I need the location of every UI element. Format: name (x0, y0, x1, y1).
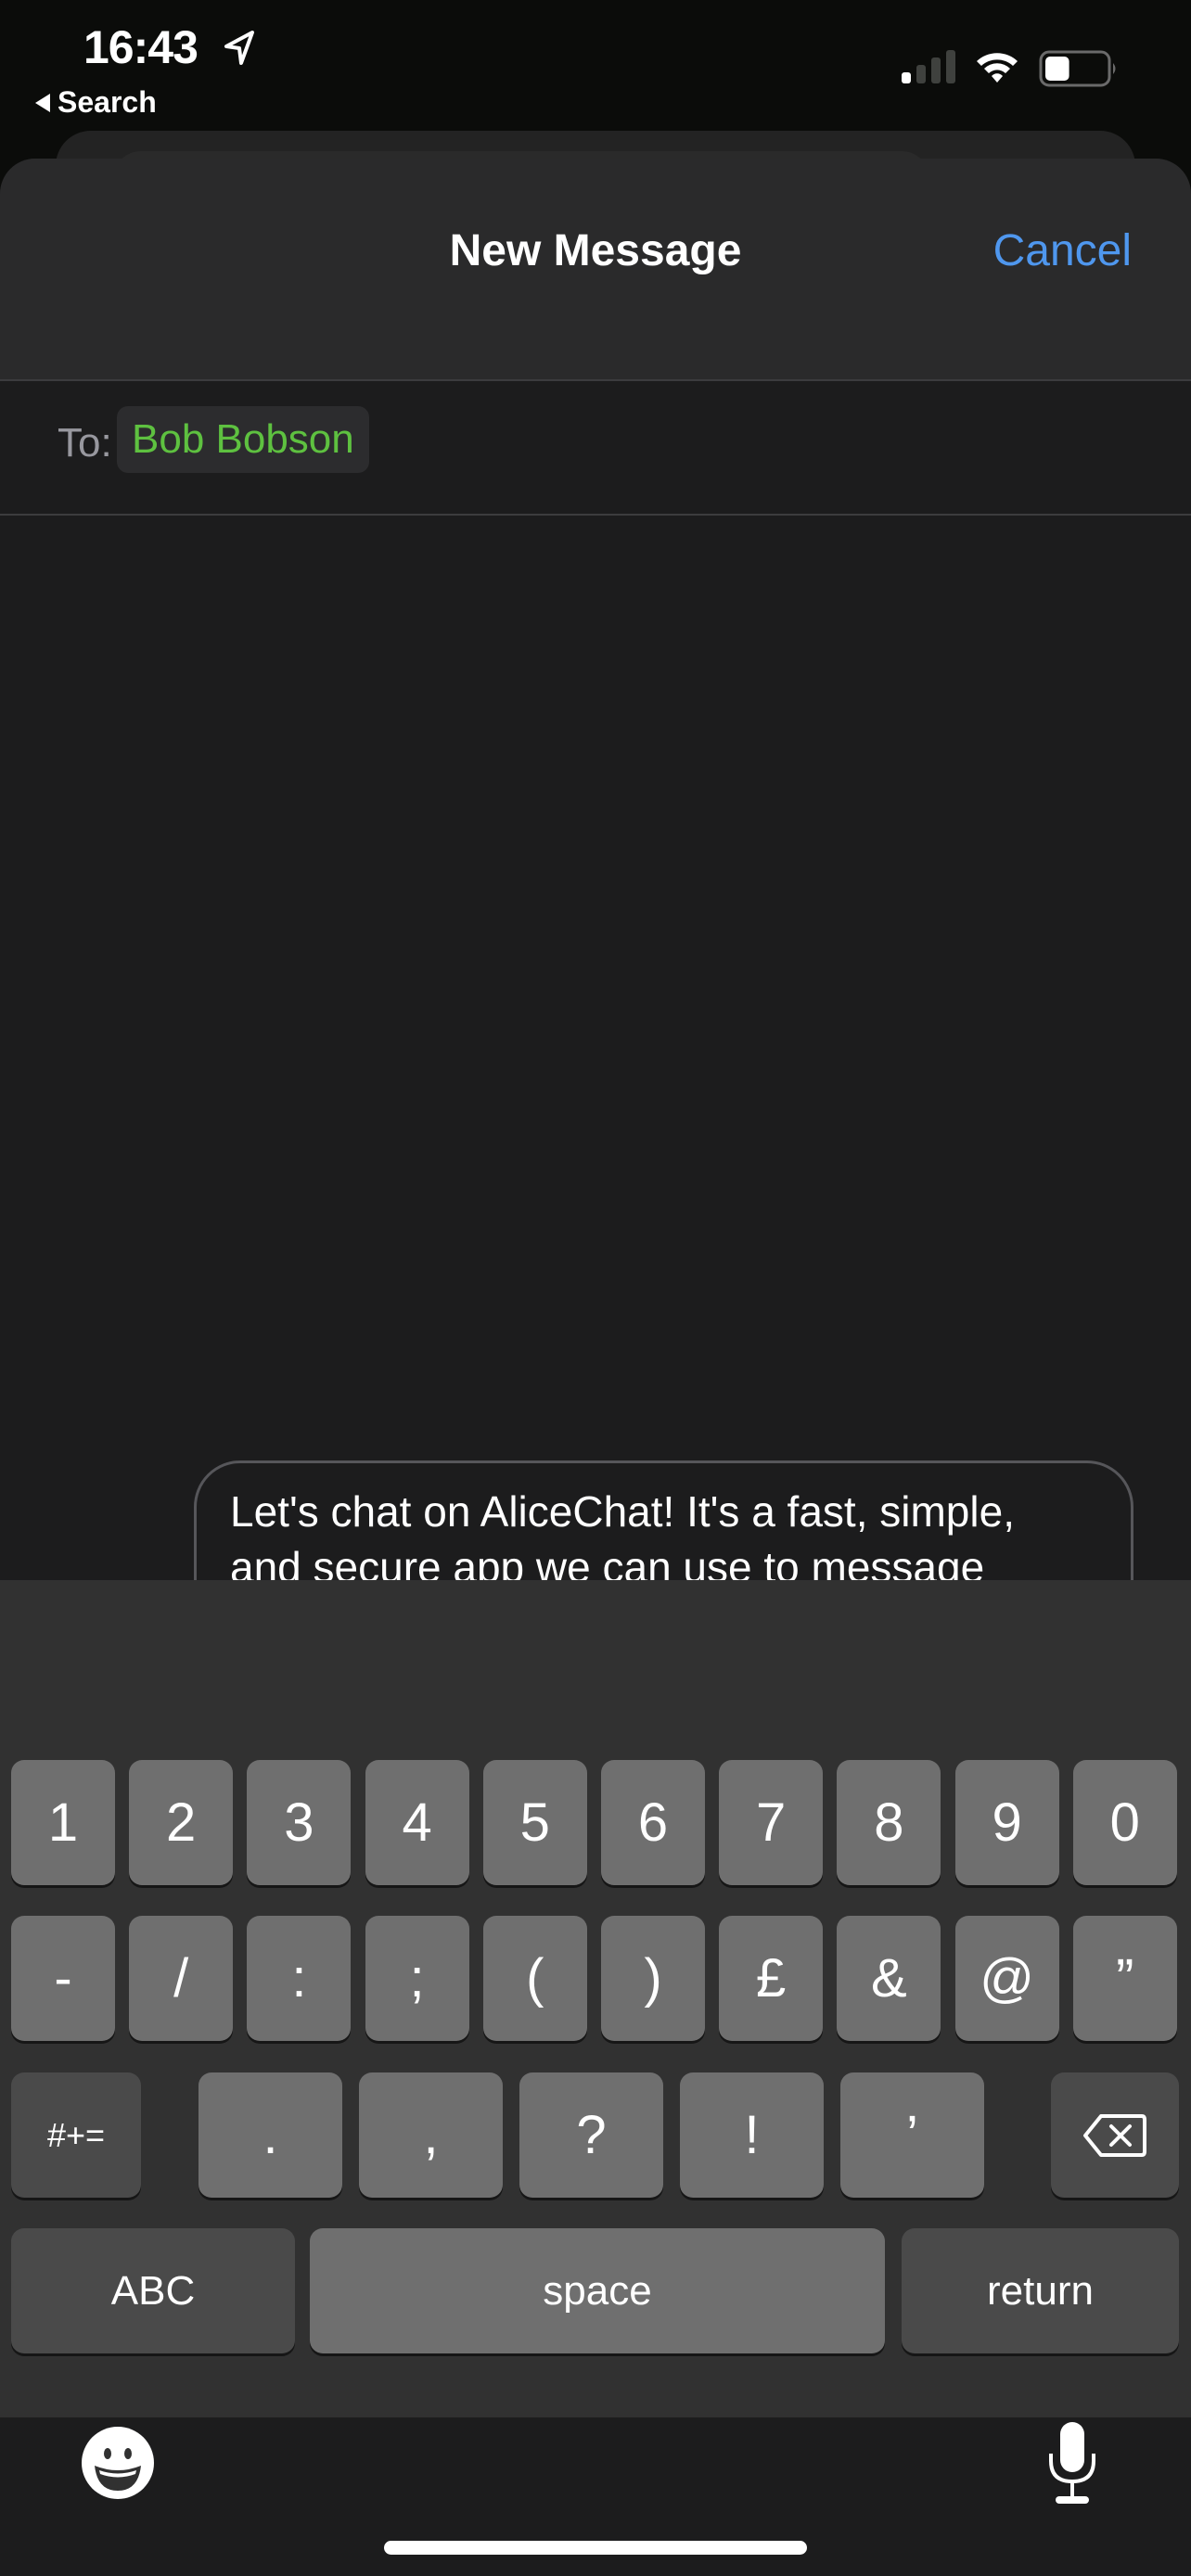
key-delete[interactable] (1051, 2072, 1179, 2198)
key-row1-2[interactable]: 3 (247, 1760, 352, 1885)
key-row3-4[interactable]: ’ (840, 2072, 984, 2198)
signal-icon (902, 50, 955, 83)
signal-bar (946, 50, 955, 83)
key-row1-1[interactable]: 2 (129, 1760, 234, 1885)
key-row3-2[interactable]: ? (519, 2072, 663, 2198)
key-row1-4[interactable]: 5 (482, 1760, 587, 1885)
key-row2-8[interactable]: @ (954, 1916, 1059, 2041)
recipient-field[interactable]: To: Bob Bobson (0, 381, 1191, 516)
key-row1-8[interactable]: 9 (954, 1760, 1059, 1885)
key-row3-0[interactable]: . (198, 2072, 342, 2198)
key-row2-5[interactable]: ) (601, 1916, 705, 2041)
key-space[interactable]: space (310, 2228, 885, 2353)
key-row1-6[interactable]: 7 (719, 1760, 824, 1885)
key-row2-7[interactable]: & (837, 1916, 941, 2041)
home-indicator[interactable] (384, 2541, 807, 2555)
battery-icon (1039, 50, 1116, 87)
key-row2-6[interactable]: £ (719, 1916, 824, 2041)
sheet-header: New Message Cancel (0, 159, 1191, 381)
key-symbols-toggle[interactable]: #+= (11, 2072, 141, 2198)
signal-bar (931, 57, 941, 83)
recipient-chip[interactable]: Bob Bobson (117, 406, 369, 473)
back-label: Search (58, 85, 157, 119)
emoji-icon[interactable] (81, 2426, 155, 2500)
wifi-icon (977, 53, 1018, 83)
battery-fill (1045, 57, 1069, 81)
key-row2-2[interactable]: : (247, 1916, 352, 2041)
key-row1-5[interactable]: 6 (601, 1760, 705, 1885)
status-time: 16:43 (83, 21, 198, 73)
key-row1-3[interactable]: 4 (365, 1760, 469, 1885)
key-row3-1[interactable]: , (359, 2072, 503, 2198)
key-row2-4[interactable]: ( (482, 1916, 587, 2041)
back-to-search-button[interactable]: Search (35, 85, 157, 120)
key-abc[interactable]: ABC (11, 2228, 295, 2353)
location-arrow-icon (224, 31, 254, 65)
key-row2-3[interactable]: ; (365, 1916, 469, 2041)
signal-bar (902, 72, 911, 83)
key-row2-1[interactable]: / (129, 1916, 234, 2041)
key-return[interactable]: return (902, 2228, 1179, 2353)
key-row2-0[interactable]: - (11, 1916, 115, 2041)
key-row1-9[interactable]: 0 (1072, 1760, 1177, 1885)
key-row1-7[interactable]: 8 (837, 1760, 941, 1885)
signal-bar (916, 65, 926, 83)
key-row1-0[interactable]: 1 (11, 1760, 115, 1885)
to-label: To: (58, 420, 112, 465)
key-row3-3[interactable]: ! (680, 2072, 824, 2198)
key-row2-9[interactable]: ” (1072, 1916, 1177, 2041)
backspace-icon (1083, 2113, 1146, 2157)
microphone-icon[interactable] (1046, 2420, 1098, 2506)
cancel-button[interactable]: Cancel (993, 225, 1132, 276)
back-triangle-icon (35, 93, 50, 112)
